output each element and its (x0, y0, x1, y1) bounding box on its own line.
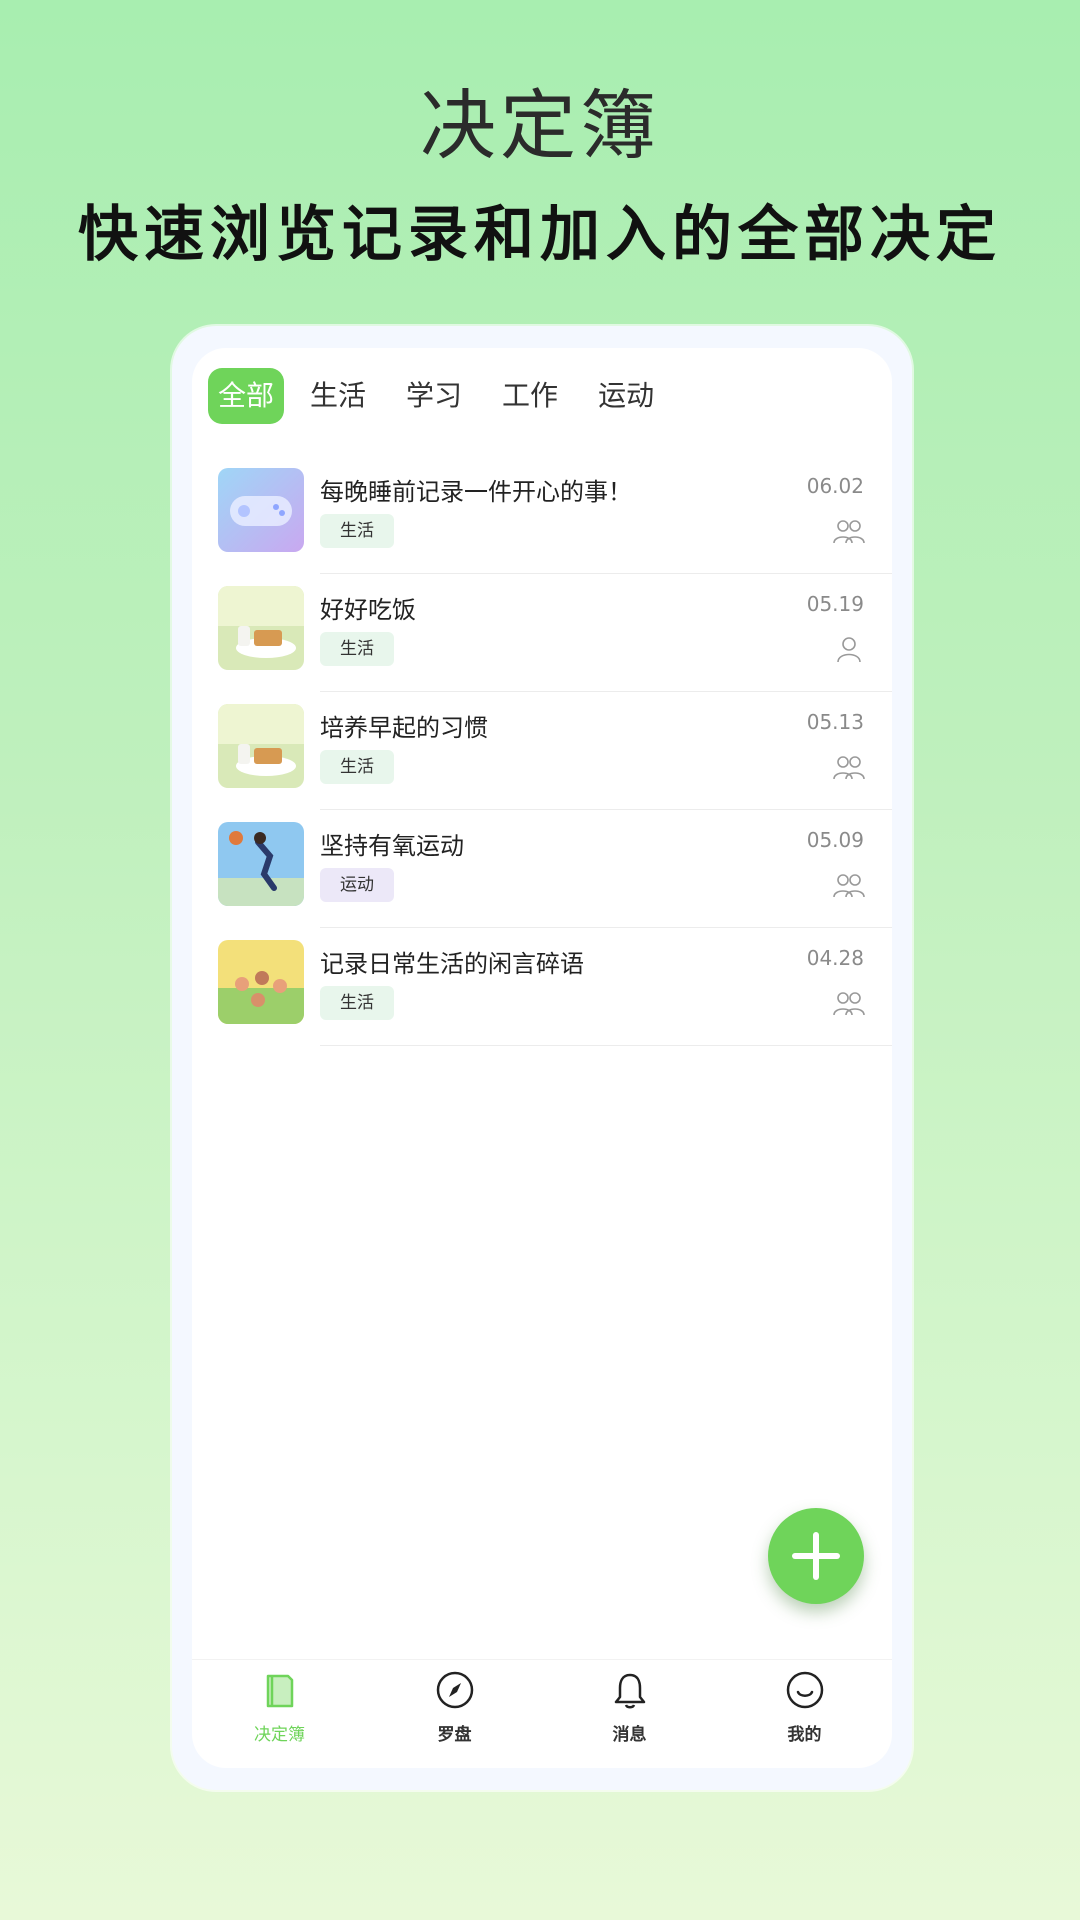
item-thumbnail (218, 822, 304, 906)
item-title: 记录日常生活的闲言碎语 (320, 950, 584, 978)
tab-sport[interactable]: 运动 (584, 368, 668, 424)
item-date: 05.13 (806, 710, 864, 734)
item-thumbnail (218, 586, 304, 670)
nav-label: 我的 (787, 1725, 822, 1745)
item-thumbnail (218, 940, 304, 1024)
item-tag: 生活 (320, 632, 394, 666)
list-item[interactable]: 坚持有氧运动 05.09 运动 (192, 810, 892, 928)
compass-icon (436, 1671, 473, 1709)
nav-decision-book[interactable]: 决定簿 (192, 1660, 367, 1768)
nav-label: 消息 (612, 1725, 647, 1745)
item-thumbnail (218, 704, 304, 788)
phone-frame: 全部 生活 学习 工作 运动 每晚睡前记录一件开心的事！ 06.02 生活 好好… (172, 326, 912, 1790)
item-date: 04.28 (806, 946, 864, 970)
item-title: 好好吃饭 (320, 596, 416, 624)
item-tag: 生活 (320, 986, 394, 1020)
add-decision-button[interactable] (768, 1508, 864, 1604)
tab-life[interactable]: 生活 (296, 368, 380, 424)
item-tag: 生活 (320, 514, 394, 548)
nav-profile[interactable]: 我的 (717, 1660, 892, 1768)
item-title: 培养早起的习惯 (320, 714, 488, 742)
book-icon (266, 1674, 293, 1708)
smile-icon (786, 1671, 823, 1709)
nav-messages[interactable]: 消息 (542, 1660, 717, 1768)
nav-label: 罗盘 (437, 1725, 472, 1745)
item-date: 05.09 (806, 828, 864, 852)
tab-all[interactable]: 全部 (208, 368, 285, 424)
list-item[interactable]: 每晚睡前记录一件开心的事！ 06.02 生活 (192, 456, 892, 574)
tab-study[interactable]: 学习 (392, 368, 476, 424)
person-icon (837, 637, 861, 663)
group-icon (833, 520, 865, 544)
group-icon (833, 874, 865, 898)
promo-subtitle: 快速浏览记录和加入的全部决定 (78, 200, 1002, 270)
group-icon (833, 992, 865, 1016)
item-title: 坚持有氧运动 (320, 832, 464, 860)
divider (320, 1045, 892, 1046)
list-item[interactable]: 好好吃饭 05.19 生活 (192, 574, 892, 692)
item-tag: 生活 (320, 750, 394, 784)
item-thumbnail (218, 468, 304, 552)
app-screen: 全部 生活 学习 工作 运动 每晚睡前记录一件开心的事！ 06.02 生活 好好… (192, 348, 892, 1768)
tab-work[interactable]: 工作 (488, 368, 572, 424)
bell-icon (614, 1673, 645, 1709)
promo-title: 决定簿 (420, 81, 660, 170)
item-tag: 运动 (320, 868, 394, 902)
item-date: 06.02 (806, 474, 864, 498)
category-tabs: 全部 生活 学习 工作 运动 (208, 368, 680, 424)
list-item[interactable]: 记录日常生活的闲言碎语 04.28 生活 (192, 928, 892, 1046)
nav-compass[interactable]: 罗盘 (367, 1660, 542, 1768)
bottom-nav: 决定簿 罗盘 消息 我的 (192, 1659, 892, 1768)
item-title: 每晚睡前记录一件开心的事！ (320, 478, 632, 506)
list-item[interactable]: 培养早起的习惯 05.13 生活 (192, 692, 892, 810)
group-icon (833, 756, 865, 780)
nav-label: 决定簿 (254, 1725, 305, 1745)
item-date: 05.19 (806, 592, 864, 616)
decision-list: 每晚睡前记录一件开心的事！ 06.02 生活 好好吃饭 05.19 生活 培养早… (192, 456, 892, 1046)
